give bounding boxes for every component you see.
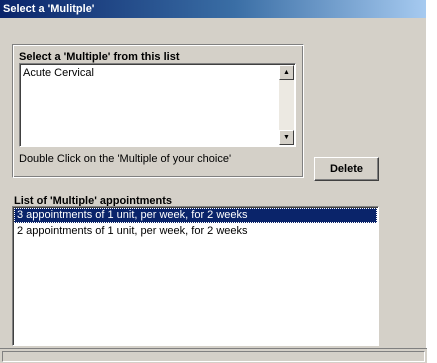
window-title: Select a 'Mulitple' bbox=[3, 3, 95, 15]
status-bar bbox=[0, 348, 427, 363]
selection-hint: Double Click on the 'Multiple of your ch… bbox=[19, 153, 232, 165]
list-item[interactable]: Acute Cervical bbox=[23, 67, 94, 79]
delete-button[interactable]: Delete bbox=[314, 157, 379, 181]
scroll-down-button[interactable]: ▼ bbox=[279, 130, 294, 145]
dialog-window: Select a 'Mulitple' Select a 'Multiple' … bbox=[0, 0, 427, 363]
multiples-heading: Select a 'Multiple' from this list bbox=[19, 51, 180, 63]
appointments-listbox[interactable]: 3 appointments of 1 unit, per week, for … bbox=[12, 206, 379, 346]
scroll-up-button[interactable]: ▲ bbox=[279, 65, 294, 80]
multiples-listbox[interactable]: Acute Cervical ▲ ▼ bbox=[19, 63, 296, 147]
table-row[interactable]: 2 appointments of 1 unit, per week, for … bbox=[14, 224, 377, 239]
arrow-up-icon: ▲ bbox=[283, 69, 290, 76]
status-panel bbox=[2, 351, 425, 362]
table-row[interactable]: 3 appointments of 1 unit, per week, for … bbox=[14, 208, 377, 223]
arrow-down-icon: ▼ bbox=[283, 134, 290, 141]
title-bar[interactable]: Select a 'Mulitple' bbox=[0, 0, 426, 18]
multiples-scrollbar[interactable]: ▲ ▼ bbox=[279, 65, 294, 145]
